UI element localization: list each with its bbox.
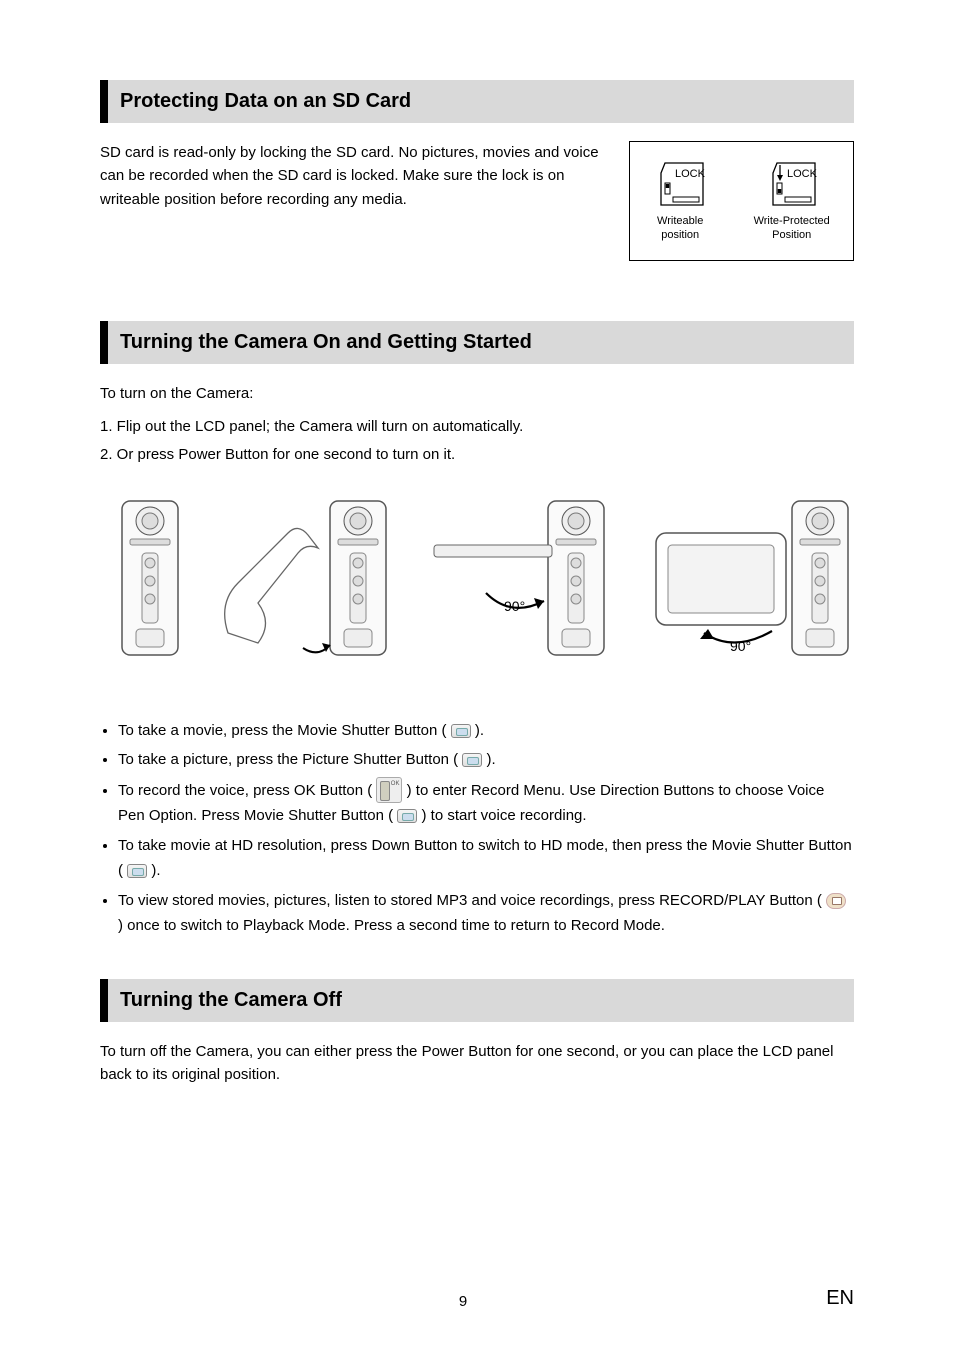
camera-flip-open-icon: [218, 493, 398, 663]
heading-turning-on: Turning the Camera On and Getting Starte…: [100, 321, 854, 364]
bullet-picture: To take a picture, press the Picture Shu…: [118, 747, 854, 773]
page-number: 9: [459, 1293, 467, 1310]
bullet-text: To take a picture, press the Picture Shu…: [118, 751, 458, 768]
sd-protected-caption: Write-Protected Position: [754, 215, 830, 243]
camera-closed-icon: [100, 493, 200, 663]
heading-protecting-data: Protecting Data on an SD Card: [100, 80, 854, 123]
lock-label-left: LOCK: [675, 168, 706, 180]
ok-button-icon: [376, 777, 402, 803]
bullet-text: To view stored movies, pictures, listen …: [118, 892, 822, 909]
camera-lcd-rotated-icon: 90°: [634, 493, 854, 663]
bullet-hd: To take movie at HD resolution, press Do…: [118, 833, 854, 884]
picture-shutter-button-icon: [462, 753, 482, 767]
caption-text: Write-Protected: [754, 215, 830, 227]
bullet-playback: To view stored movies, pictures, listen …: [118, 888, 854, 939]
bullet-text: To record the voice, press OK Button (: [118, 782, 372, 799]
sd-protected-column: LOCK Write-Protected Position: [754, 159, 830, 243]
language-label: EN: [826, 1287, 854, 1310]
bullet-movie: To take a movie, press the Movie Shutter…: [118, 718, 854, 744]
movie-shutter-button-icon: [451, 724, 471, 738]
bullet-text: ).: [487, 751, 496, 768]
record-play-button-icon: [826, 893, 846, 909]
section1-paragraph: SD card is read-only by locking the SD c…: [100, 141, 605, 261]
camera-panel-90-icon: 90°: [416, 493, 616, 663]
camera-illustration-row: 90° 90°: [100, 488, 854, 668]
bullet-voice: To record the voice, press OK Button ( )…: [118, 777, 854, 829]
bullet-text: ).: [475, 722, 484, 739]
angle-label: 90°: [504, 598, 525, 614]
bullet-text: ) once to switch to Playback Mode. Press…: [118, 917, 665, 934]
bullet-text: To take movie at HD resolution, press Do…: [118, 837, 852, 880]
step-2: 2. Or press Power Button for one second …: [100, 443, 854, 466]
bullet-text: To take a movie, press the Movie Shutter…: [118, 722, 447, 739]
step-1: 1. Flip out the LCD panel; the Camera wi…: [100, 415, 854, 438]
section2-intro: To turn on the Camera:: [100, 382, 854, 405]
lock-label-right: LOCK: [787, 168, 818, 180]
sd-card-protected-icon: LOCK: [765, 159, 819, 209]
caption-text: Writeable: [657, 215, 703, 227]
sd-lock-diagram: LOCK Writeable position LOCK: [629, 141, 854, 261]
caption-text: position: [661, 229, 699, 241]
heading-turning-off: Turning the Camera Off: [100, 979, 854, 1022]
section3-paragraph: To turn off the Camera, you can either p…: [100, 1040, 854, 1087]
caption-text: Position: [772, 229, 811, 241]
movie-shutter-button-icon: [397, 809, 417, 823]
turn-on-steps: 1. Flip out the LCD panel; the Camera wi…: [100, 415, 854, 466]
bullet-text: ).: [151, 862, 160, 879]
bullet-text: ) to start voice recording.: [421, 807, 586, 824]
sd-writeable-caption: Writeable position: [657, 215, 703, 243]
sd-writeable-column: LOCK Writeable position: [653, 159, 707, 243]
section1-row: SD card is read-only by locking the SD c…: [100, 141, 854, 261]
sd-card-writeable-icon: LOCK: [653, 159, 707, 209]
angle-label: 90°: [730, 638, 751, 654]
movie-shutter-button-icon: [127, 864, 147, 878]
usage-bullet-list: To take a movie, press the Movie Shutter…: [100, 718, 854, 939]
page-footer: 9 EN: [100, 1287, 854, 1310]
